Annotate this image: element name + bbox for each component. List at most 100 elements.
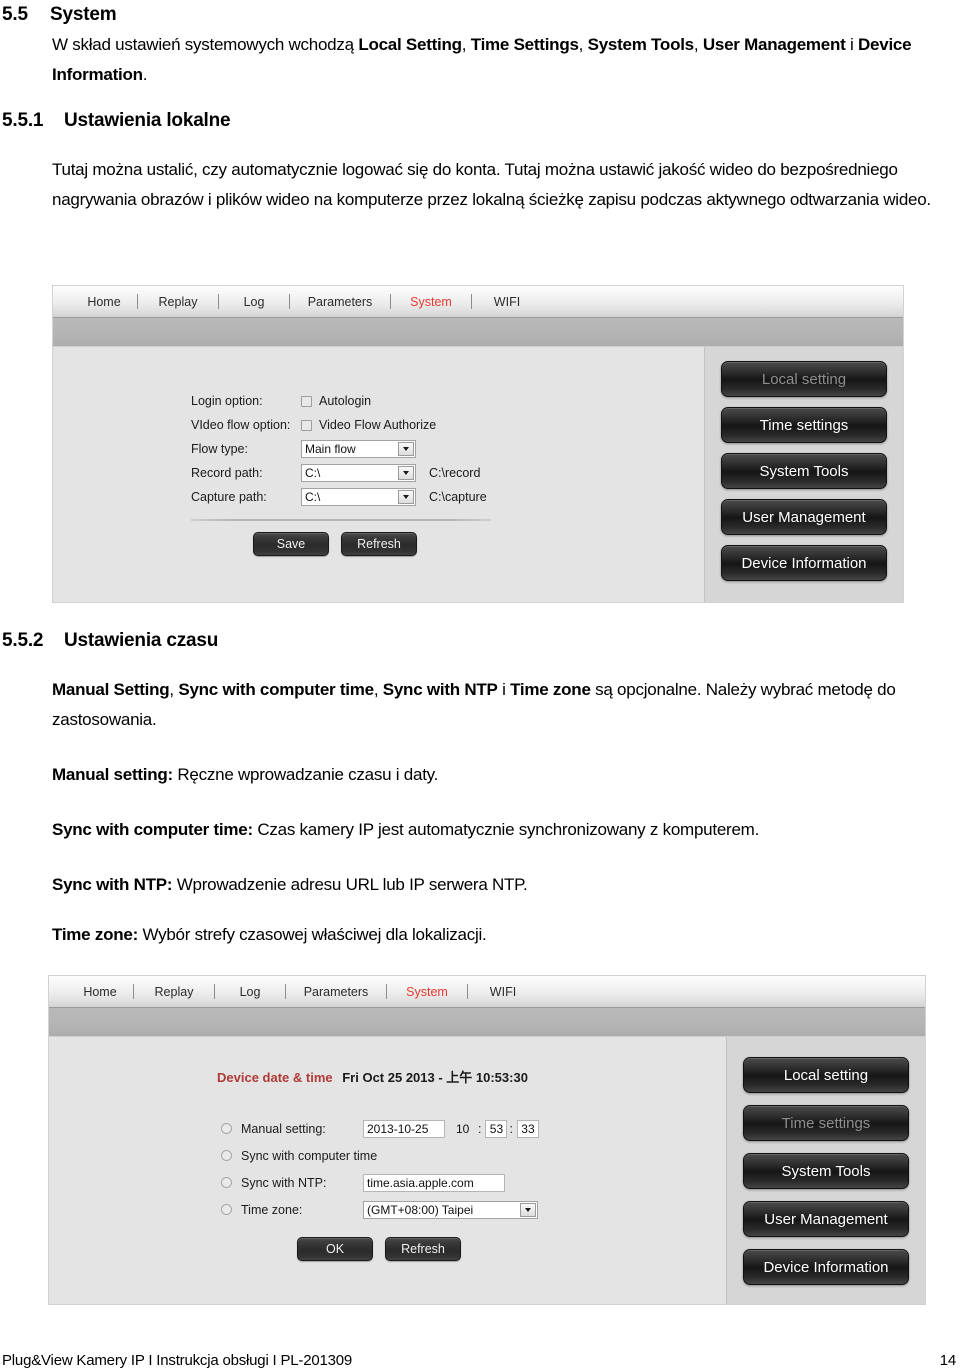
sidebar-button-system-tools[interactable]: System Tools (743, 1153, 909, 1189)
time-separator-1: : (478, 1121, 482, 1136)
heading-5-5-2-title: Ustawienia czasu (64, 630, 219, 651)
heading-5-5-1-number: 5.5.1 (2, 110, 44, 131)
refresh-button[interactable]: Refresh (341, 532, 417, 556)
paragraph-5-5-1: Tutaj można ustalić, czy automatycznie l… (52, 160, 931, 209)
sidebar-button-local-setting[interactable]: Local setting (721, 361, 887, 397)
nav-item-parameters[interactable]: Parameters (294, 295, 386, 309)
nav-separator (471, 294, 472, 309)
nav-item-log[interactable]: Log (219, 985, 281, 999)
record-path-hint: C:\record (429, 466, 481, 480)
nav-item-wifi[interactable]: WIFI (476, 295, 538, 309)
manual-second-input[interactable]: 33 (516, 1119, 539, 1138)
screenshot-time-settings: Home Replay Log Parameters System WIFI Device… (48, 975, 926, 1305)
row-sync-computer-time: Sync with computer time (221, 1142, 691, 1169)
local-setting-form: Login option: Autologin VIdeo flow optio… (191, 389, 611, 556)
sidebar-button-time-settings[interactable]: Time settings (743, 1105, 909, 1141)
app-sidebar: Local setting Time settings System Tools Us… (726, 1037, 925, 1304)
autologin-label: Autologin (319, 394, 372, 408)
time-zone-label: Time zone: (241, 1202, 303, 1217)
nav-item-home[interactable]: Home (71, 985, 129, 999)
time-settings-form: Manual setting: 2013-10-25 10 : 53 : 33 … (221, 1115, 691, 1261)
paragraph-5-5: W skład ustawień systemowych wchodzą Loc… (52, 35, 912, 84)
row-flow-type: Flow type: Main flow (191, 437, 611, 461)
time-zone-radio[interactable] (221, 1204, 232, 1215)
time-separator-2: : (509, 1121, 513, 1136)
row-video-flow-option: VIdeo flow option: Video Flow Authorize (191, 413, 611, 437)
manual-setting-radio[interactable] (221, 1123, 232, 1134)
device-datetime-value: Fri Oct 25 2013 - 上午 10:53:30 (342, 1070, 528, 1085)
nav-item-system[interactable]: System (395, 295, 467, 309)
nav-separator (285, 984, 286, 999)
device-datetime: Device date & time Fri Oct 25 2013 - 上午 … (217, 1067, 528, 1086)
heading-5-5-2: 5.5.2 Ustawienia czasu (2, 630, 218, 652)
manual-date-input[interactable]: 2013-10-25 (363, 1119, 445, 1138)
nav-item-system[interactable]: System (391, 985, 463, 999)
footer-text: Plug&View Kamery IP I Instrukcja obsługi… (2, 1352, 353, 1369)
login-option-label: Login option: (191, 394, 263, 408)
autologin-checkbox[interactable] (301, 395, 312, 407)
record-path-label: Record path: (191, 466, 263, 480)
save-button[interactable]: Save (253, 532, 329, 556)
app-subbar (53, 318, 903, 347)
nav-item-replay[interactable]: Replay (138, 985, 210, 999)
nav-item-replay[interactable]: Replay (142, 295, 214, 309)
app-navbar: Home Replay Log Parameters System WIFI (49, 976, 925, 1008)
record-path-value: C:\ (305, 466, 321, 480)
sync-ntp-input[interactable]: time.asia.apple.com (363, 1173, 505, 1192)
document-page: 5.5 System W skład ustawień systemowych … (0, 0, 960, 1370)
chevron-down-icon[interactable] (520, 1202, 536, 1217)
time-zone-value: (GMT+08:00) Taipei (367, 1202, 474, 1217)
nav-item-log[interactable]: Log (223, 295, 285, 309)
paragraph-manual-setting: Manual setting: Ręczne wprowadzanie czas… (52, 765, 439, 784)
chevron-down-icon[interactable] (398, 442, 414, 456)
time-zone-select[interactable]: (GMT+08:00) Taipei (363, 1200, 538, 1219)
sidebar-button-device-information[interactable]: Device Information (743, 1249, 909, 1285)
heading-5-5-1: 5.5.1 Ustawienia lokalne (2, 110, 231, 132)
sidebar-button-time-settings[interactable]: Time settings (721, 407, 887, 443)
manual-minute-input[interactable]: 53 (485, 1119, 508, 1138)
nav-separator (137, 294, 138, 309)
heading-5-5-number: 5.5 (2, 4, 28, 25)
paragraph-5-5-2-intro: Manual Setting, Sync with computer time,… (52, 680, 896, 729)
nav-item-wifi[interactable]: WIFI (472, 985, 534, 999)
row-sync-ntp: Sync with NTP: time.asia.apple.com (221, 1169, 691, 1196)
ok-button[interactable]: OK (297, 1237, 373, 1261)
flow-type-value: Main flow (305, 442, 356, 456)
nav-separator (289, 294, 290, 309)
row-capture-path: Capture path: C:\ C:\capture (191, 485, 611, 509)
nav-item-home[interactable]: Home (75, 295, 133, 309)
row-manual-setting: Manual setting: 2013-10-25 10 : 53 : 33 (221, 1115, 691, 1142)
manual-hour-input[interactable]: 10 (456, 1120, 478, 1138)
sidebar-button-user-management[interactable]: User Management (743, 1201, 909, 1237)
sidebar-button-user-management[interactable]: User Management (721, 499, 887, 535)
record-path-select[interactable]: C:\ (301, 464, 416, 482)
manual-setting-label: Manual setting: (241, 1121, 326, 1136)
capture-path-value: C:\ (305, 490, 321, 504)
app-body: Login option: Autologin VIdeo flow optio… (53, 347, 903, 602)
sync-ntp-radio[interactable] (221, 1177, 232, 1188)
nav-separator (467, 984, 468, 999)
sync-computer-time-radio[interactable] (221, 1150, 232, 1161)
sync-computer-time-label: Sync with computer time (241, 1148, 378, 1163)
video-flow-authorize-checkbox[interactable] (301, 419, 312, 431)
capture-path-hint: C:\capture (429, 490, 487, 504)
nav-item-parameters[interactable]: Parameters (290, 985, 382, 999)
app-navbar: Home Replay Log Parameters System WIFI (53, 286, 903, 318)
video-flow-authorize-label: Video Flow Authorize (319, 418, 437, 432)
sidebar-button-device-information[interactable]: Device Information (721, 545, 887, 581)
app-sidebar: Local setting Time settings System Tools Us… (704, 347, 903, 602)
sidebar-button-local-setting[interactable]: Local setting (743, 1057, 909, 1093)
sidebar-button-system-tools[interactable]: System Tools (721, 453, 887, 489)
row-time-zone: Time zone: (GMT+08:00) Taipei (221, 1196, 691, 1223)
row-record-path: Record path: C:\ C:\record (191, 461, 611, 485)
form-divider (191, 519, 491, 521)
nav-separator (133, 984, 134, 999)
refresh-button[interactable]: Refresh (385, 1237, 461, 1261)
capture-path-label: Capture path: (191, 490, 267, 504)
nav-separator (386, 984, 387, 999)
flow-type-select[interactable]: Main flow (301, 440, 416, 458)
capture-path-select[interactable]: C:\ (301, 488, 416, 506)
chevron-down-icon[interactable] (398, 466, 414, 480)
nav-separator (218, 294, 219, 309)
chevron-down-icon[interactable] (398, 490, 414, 504)
